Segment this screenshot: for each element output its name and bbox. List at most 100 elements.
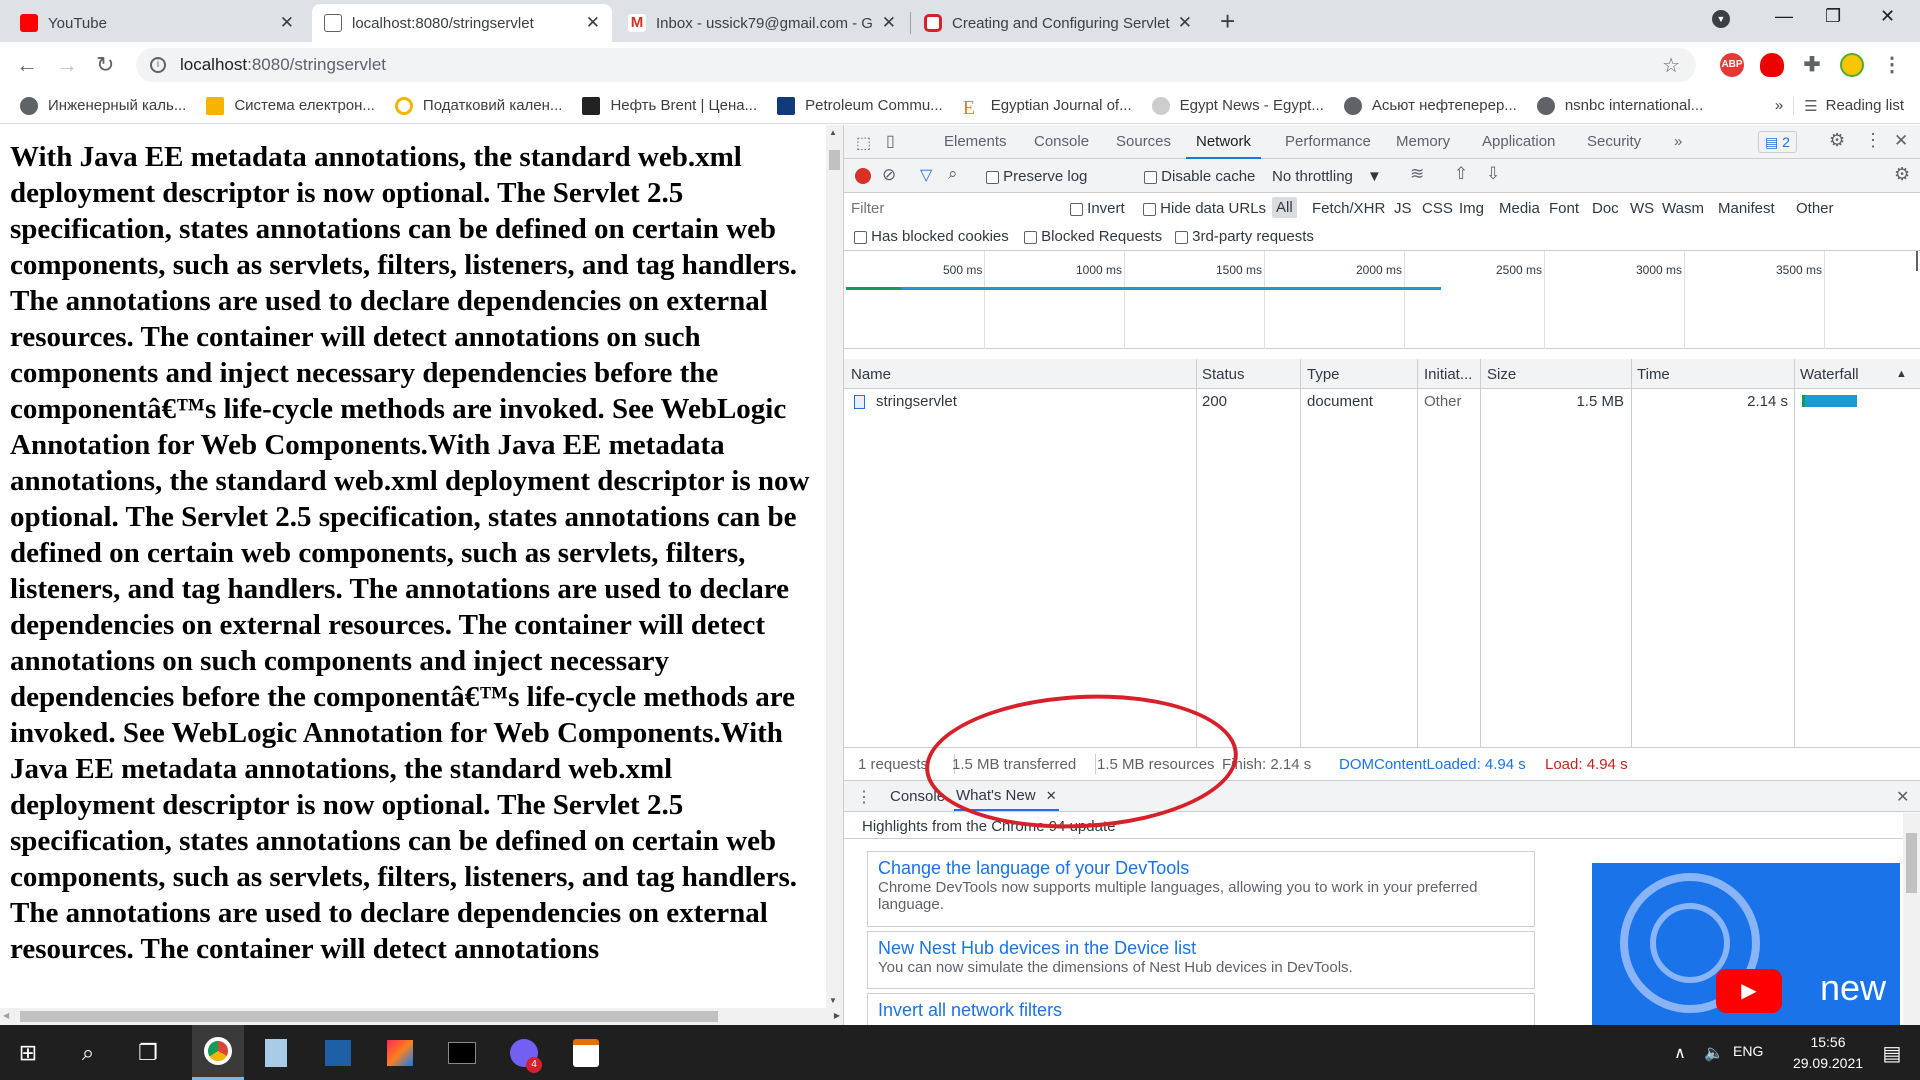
bookmark-item[interactable]: Система електрон...	[196, 96, 385, 115]
scroll-thumb[interactable]	[1906, 833, 1917, 893]
language-indicator[interactable]: ENG	[1733, 1043, 1763, 1059]
header-type[interactable]: Type	[1307, 366, 1340, 383]
header-time[interactable]: Time	[1637, 366, 1670, 383]
hide-data-urls-checkbox[interactable]: Hide data URLs	[1143, 200, 1266, 217]
has-blocked-cookies-checkbox[interactable]: Has blocked cookies	[854, 228, 1009, 245]
bookmark-item[interactable]: Petroleum Commu...	[767, 96, 953, 115]
filter-other[interactable]: Other	[1796, 200, 1834, 217]
bookmark-item[interactable]: Нефть Brent | Цена...	[572, 96, 767, 115]
header-name[interactable]: Name	[851, 366, 891, 383]
sort-up-icon[interactable]: ▲	[1896, 368, 1907, 380]
tab-localhost[interactable]: localhost:8080/stringservlet ✕	[312, 4, 612, 42]
extensions-puzzle-icon[interactable]: ✚	[1800, 53, 1824, 77]
tab-oracle[interactable]: Creating and Configuring Servlet ✕	[912, 4, 1204, 42]
search-icon[interactable]: ⌕	[948, 164, 958, 184]
record-icon[interactable]	[855, 168, 871, 184]
card-title[interactable]: Invert all network filters	[878, 1000, 1524, 1021]
more-bookmarks-button[interactable]: »	[1765, 97, 1793, 114]
clock-time[interactable]: 15:56	[1793, 1034, 1863, 1050]
scroll-thumb[interactable]	[20, 1011, 718, 1022]
terminal-icon[interactable]	[442, 1033, 482, 1073]
header-status[interactable]: Status	[1202, 366, 1245, 383]
tab-performance[interactable]: Performance	[1285, 125, 1371, 159]
header-initiator[interactable]: Initiat...	[1424, 366, 1472, 383]
bookmark-star-icon[interactable]: ☆	[1662, 53, 1680, 78]
tab-youtube[interactable]: YouTube ✕	[8, 4, 306, 42]
restore-icon[interactable]: ❐	[1825, 6, 1841, 27]
reading-list-button[interactable]: ☰ Reading list	[1793, 96, 1914, 115]
filter-icon[interactable]: ▽	[920, 165, 932, 185]
tab-sources[interactable]: Sources	[1116, 125, 1171, 159]
whats-new-card[interactable]: New Nest Hub devices in the Device list …	[867, 931, 1535, 989]
whats-new-card[interactable]: Change the language of your DevTools Chr…	[867, 851, 1535, 927]
drawer-scrollbar[interactable]	[1903, 813, 1920, 1025]
filter-all[interactable]: All	[1272, 197, 1297, 218]
network-settings-icon[interactable]: ⚙	[1894, 164, 1910, 185]
third-party-checkbox[interactable]: 3rd-party requests	[1175, 228, 1314, 245]
clear-icon[interactable]: ⊘	[882, 165, 896, 185]
tab-elements[interactable]: Elements	[944, 125, 1007, 159]
reload-icon[interactable]: ↻	[96, 52, 114, 78]
tab-memory[interactable]: Memory	[1396, 125, 1450, 159]
search-icon[interactable]: ⌕	[68, 1033, 108, 1073]
close-icon[interactable]: ✕	[586, 13, 600, 33]
settings-gear-icon[interactable]: ⚙	[1829, 130, 1845, 151]
filter-media[interactable]: Media	[1499, 200, 1540, 217]
header-size[interactable]: Size	[1487, 366, 1516, 383]
network-conditions-icon[interactable]: ≋	[1410, 164, 1424, 184]
info-icon[interactable]: i	[150, 57, 166, 73]
disable-cache-checkbox[interactable]: Disable cache	[1144, 168, 1255, 185]
video-thumbnail[interactable]: ▶ new	[1592, 863, 1900, 1025]
new-tab-icon[interactable]: +	[1220, 6, 1235, 37]
device-toolbar-icon[interactable]: ▯	[886, 131, 895, 151]
drawer-close-icon[interactable]: ✕	[1896, 787, 1909, 807]
page-horizontal-scrollbar[interactable]: ◀ ▶	[0, 1008, 843, 1025]
play-icon[interactable]: ▶	[1716, 969, 1782, 1013]
close-icon[interactable]: ✕	[882, 13, 896, 33]
adblock-icon[interactable]: ABP	[1720, 53, 1744, 77]
chrome-icon[interactable]	[192, 1025, 244, 1080]
tab-network[interactable]: Network	[1186, 125, 1262, 159]
cell-name[interactable]: stringservlet	[876, 393, 957, 410]
window-close-icon[interactable]: ✕	[1880, 6, 1895, 27]
filter-wasm[interactable]: Wasm	[1662, 200, 1704, 217]
preserve-log-checkbox[interactable]: Preserve log	[986, 168, 1087, 185]
export-har-icon[interactable]: ⇩	[1486, 164, 1500, 184]
filter-css[interactable]: CSS	[1422, 200, 1453, 217]
more-tabs-button[interactable]: »	[1674, 125, 1682, 159]
card-title[interactable]: New Nest Hub devices in the Device list	[878, 938, 1524, 959]
throttling-select[interactable]: No throttling ▼	[1272, 168, 1382, 185]
scroll-down-icon[interactable]: ▼	[829, 996, 837, 1005]
bookmark-item[interactable]: E Egyptian Journal of...	[953, 96, 1142, 119]
table-row[interactable]: stringservlet 200 document Other 1.5 MB …	[844, 389, 1920, 413]
bookmark-item[interactable]: nsnbc international...	[1527, 96, 1713, 115]
page-vertical-scrollbar[interactable]: ▲ ▼	[826, 125, 843, 1008]
opera-vpn-icon[interactable]	[1760, 53, 1784, 77]
intellij-icon[interactable]	[380, 1033, 420, 1073]
notepad-icon[interactable]	[256, 1033, 296, 1073]
import-har-icon[interactable]: ⇧	[1454, 164, 1468, 184]
filter-manifest[interactable]: Manifest	[1718, 200, 1775, 217]
filter-doc[interactable]: Doc	[1592, 200, 1619, 217]
bookmark-item[interactable]: Асьют нефтеперер...	[1334, 96, 1527, 115]
windows-start-icon[interactable]: ⊞	[8, 1033, 48, 1073]
tab-search-icon[interactable]: ▼	[1712, 10, 1730, 28]
tab-security[interactable]: Security	[1587, 125, 1641, 159]
header-waterfall[interactable]: Waterfall	[1800, 366, 1859, 383]
back-icon[interactable]: ←	[16, 52, 38, 78]
card-title[interactable]: Change the language of your DevTools	[878, 858, 1524, 879]
filter-font[interactable]: Font	[1549, 200, 1579, 217]
clock-date[interactable]: 29.09.2021	[1778, 1055, 1878, 1071]
tab-application[interactable]: Application	[1482, 125, 1555, 159]
devtools-close-icon[interactable]: ✕	[1894, 131, 1908, 151]
network-overview[interactable]: 500 ms 1000 ms 1500 ms 2000 ms 2500 ms 3…	[844, 251, 1920, 349]
filter-ws[interactable]: WS	[1630, 200, 1654, 217]
issues-badge[interactable]: ▤ 2	[1758, 131, 1797, 153]
address-bar[interactable]: i localhost:8080/stringservlet ☆	[136, 48, 1696, 82]
volume-icon[interactable]: 🔈	[1694, 1033, 1734, 1073]
save-disk-icon[interactable]	[318, 1033, 358, 1073]
viber-icon[interactable]: 4	[504, 1033, 544, 1073]
tab-console[interactable]: Console	[1034, 125, 1089, 159]
scroll-left-icon[interactable]: ◀	[3, 1011, 9, 1020]
close-icon[interactable]: ✕	[280, 13, 294, 33]
